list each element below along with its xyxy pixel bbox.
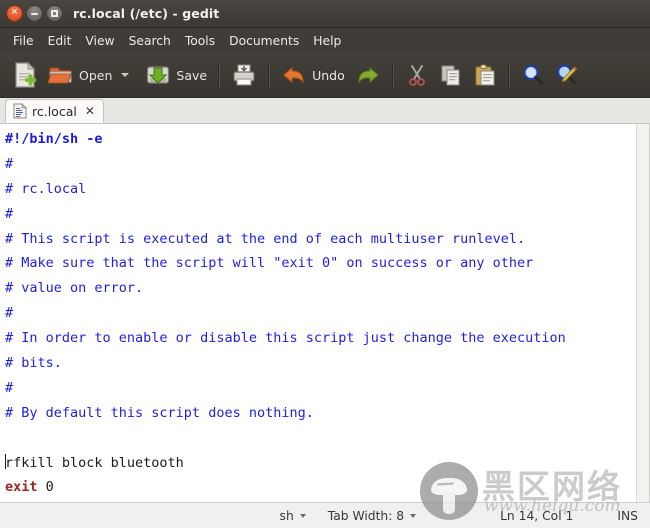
- tab-label: rc.local: [32, 103, 77, 119]
- editor-token: # In order to enable or disable this scr…: [5, 330, 566, 347]
- cursor-position-label: Ln 14, Col 1: [500, 508, 574, 523]
- magnifier-pencil-icon: [555, 63, 579, 87]
- find-button[interactable]: [516, 57, 550, 93]
- menu-tools[interactable]: Tools: [178, 32, 222, 50]
- editor-line: # By default this script does nothing.: [5, 401, 636, 426]
- tab-rc-local[interactable]: rc.local ✕: [5, 99, 104, 123]
- editor-token: #!/bin/sh -e: [5, 131, 103, 147]
- close-button[interactable]: ✕: [6, 5, 23, 22]
- maximize-button[interactable]: [46, 5, 63, 22]
- magnifier-icon: [521, 63, 545, 87]
- scissors-icon: [405, 63, 429, 87]
- toolbar-separator-2: [268, 62, 271, 88]
- open-button[interactable]: Open: [43, 57, 140, 93]
- open-folder-icon: [48, 62, 74, 88]
- editor-token: # Make sure that the script will "exit 0…: [5, 255, 534, 272]
- chevron-down-icon: [299, 513, 306, 518]
- printer-icon: [231, 62, 257, 88]
- editor-token: #: [5, 155, 14, 172]
- clipboard-paste-icon: [473, 63, 497, 87]
- editor-token: 0: [37, 479, 54, 496]
- new-document-icon: [12, 61, 38, 89]
- menu-edit[interactable]: Edit: [41, 32, 79, 50]
- editor-line: rfkill block bluetooth: [5, 451, 636, 476]
- menu-bar: File Edit View Search Tools Documents He…: [0, 28, 650, 53]
- chevron-down-icon: [410, 513, 417, 518]
- toolbar-separator-1: [218, 62, 221, 88]
- language-label: sh: [279, 508, 294, 523]
- editor-line: # value on error.: [5, 276, 636, 301]
- tab-bar: rc.local ✕: [0, 98, 650, 124]
- window-controls: ✕: [6, 5, 63, 22]
- new-document-button[interactable]: [7, 57, 43, 93]
- save-button[interactable]: Save: [140, 57, 212, 93]
- status-bar: sh Tab Width: 8 Ln 14, Col 1 INS: [0, 502, 650, 528]
- undo-arrow-icon: [281, 63, 307, 87]
- minimize-icon: [31, 12, 38, 15]
- editor-right-gutter[interactable]: [636, 124, 649, 502]
- editor-line: #: [5, 301, 636, 326]
- editor-token: # This script is executed at the end of …: [5, 230, 526, 247]
- menu-help[interactable]: Help: [306, 32, 348, 50]
- editor-line: # rc.local: [5, 177, 636, 202]
- cursor-position: Ln 14, Col 1: [500, 509, 573, 523]
- editor-line: exit 0: [5, 475, 636, 500]
- editor-line: #: [5, 152, 636, 177]
- minimize-button[interactable]: [26, 5, 43, 22]
- insert-mode-label: INS: [617, 508, 638, 523]
- chevron-down-icon[interactable]: [121, 73, 130, 77]
- print-button[interactable]: [226, 57, 262, 93]
- editor-token: # bits.: [5, 355, 62, 372]
- editor-line: # Make sure that the script will "exit 0…: [5, 251, 636, 276]
- menu-documents[interactable]: Documents: [222, 32, 306, 50]
- replace-button[interactable]: [550, 57, 584, 93]
- cut-button[interactable]: [400, 57, 434, 93]
- undo-label: Undo: [312, 67, 345, 83]
- open-label: Open: [79, 67, 113, 83]
- window-title: rc.local (/etc) - gedit: [73, 6, 220, 21]
- toolbar-separator-3: [391, 62, 394, 88]
- document-icon: [13, 103, 27, 119]
- undo-button[interactable]: Undo: [276, 57, 350, 93]
- editor-token: # rc.local: [5, 180, 87, 197]
- save-label: Save: [176, 67, 208, 83]
- save-disk-icon: [145, 62, 171, 88]
- paste-button[interactable]: [468, 57, 502, 93]
- editor-line: # bits.: [5, 351, 636, 376]
- editor-line: # This script is executed at the end of …: [5, 227, 636, 252]
- redo-button[interactable]: [350, 57, 386, 93]
- menu-search[interactable]: Search: [122, 32, 178, 50]
- editor-token: #: [5, 305, 14, 322]
- editor-token: # value on error.: [5, 280, 144, 297]
- tab-close-icon[interactable]: ✕: [85, 104, 95, 118]
- copy-icon: [439, 63, 463, 87]
- copy-button[interactable]: [434, 57, 468, 93]
- toolbar-separator-4: [507, 62, 510, 88]
- gedit-window: ✕ rc.local (/etc) - gedit File Edit View…: [0, 0, 650, 528]
- close-icon: ✕: [10, 7, 19, 18]
- menu-file[interactable]: File: [6, 32, 41, 50]
- editor-area: #!/bin/sh -e # # rc.local # # This script is…: [0, 124, 650, 502]
- editor-line: #: [5, 202, 636, 227]
- toolbar: Open Save Undo: [0, 53, 650, 98]
- editor-token: rfkill block bluetooth: [5, 454, 184, 471]
- menu-view[interactable]: View: [78, 32, 121, 50]
- editor-line: # In order to enable or disable this scr…: [5, 326, 636, 351]
- editor-token: # By default this script does nothing.: [5, 404, 314, 421]
- maximize-icon: [51, 10, 58, 17]
- editor-line: #!/bin/sh -e: [5, 127, 636, 152]
- editor-line: #: [5, 376, 636, 401]
- editor-token: #: [5, 205, 14, 222]
- insert-mode-indicator: INS: [617, 509, 638, 523]
- tab-width-label: Tab Width: 8: [327, 508, 405, 523]
- redo-arrow-icon: [355, 63, 381, 87]
- tab-width-selector[interactable]: Tab Width: 8: [327, 508, 417, 523]
- editor-token: exit: [5, 479, 38, 496]
- text-editor[interactable]: #!/bin/sh -e # # rc.local # # This script is…: [0, 124, 636, 502]
- title-bar: ✕ rc.local (/etc) - gedit: [0, 0, 650, 28]
- editor-token: #: [5, 379, 14, 396]
- language-selector[interactable]: sh: [280, 509, 306, 523]
